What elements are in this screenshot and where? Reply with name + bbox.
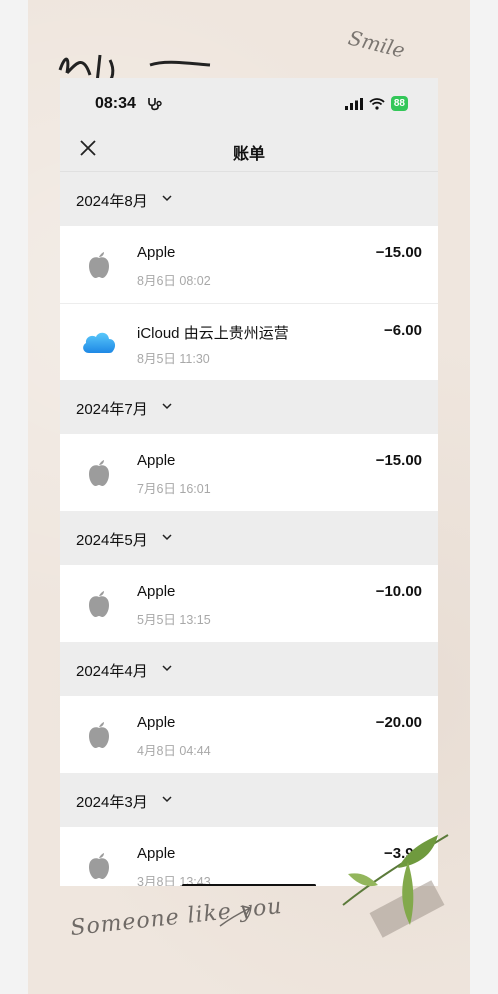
transaction-name: Apple <box>137 452 176 469</box>
right-margin <box>470 0 498 994</box>
apple-icon <box>89 853 109 879</box>
status-bar: 08:34 88 <box>60 78 438 122</box>
stethoscope-icon <box>148 98 162 111</box>
month-label: 2024年3月 <box>76 794 148 811</box>
month-label: 2024年8月 <box>76 193 148 210</box>
transaction-row[interactable]: Apple 5月5日 13:15 −10.00 <box>60 565 438 642</box>
month-header-2024-08[interactable]: 2024年8月 <box>60 172 438 226</box>
transaction-name: Apple <box>137 714 176 731</box>
apple-icon <box>89 591 109 617</box>
month-header-2024-04[interactable]: 2024年4月 <box>60 642 438 696</box>
transaction-amount: −20.00 <box>375 714 422 731</box>
icloud-icon <box>83 332 116 353</box>
transaction-date: 7月6日 16:01 <box>137 482 211 496</box>
page-title: 账单 <box>232 146 265 163</box>
apple-icon <box>89 460 109 486</box>
transaction-date: 8月5日 11:30 <box>137 352 210 366</box>
nav-bar: 账单 <box>60 122 438 172</box>
apple-icon <box>89 252 109 278</box>
status-indicators: 88 <box>344 96 408 111</box>
battery-indicator: 88 <box>390 96 408 111</box>
transaction-row[interactable]: iCloud 由云上贵州运营 8月5日 11:30 −6.00 <box>60 304 438 381</box>
transaction-date: 4月8日 04:44 <box>137 744 211 758</box>
month-header-2024-05[interactable]: 2024年5月 <box>60 511 438 565</box>
wifi-icon <box>369 97 385 110</box>
phone-screen: 08:34 88 账单 2024年8月 Apple 8月6日 08:02 −15… <box>60 78 438 886</box>
transaction-row[interactable]: Apple 7月6日 16:01 −15.00 <box>60 434 438 511</box>
transaction-amount: −6.00 <box>384 322 422 339</box>
plant-leaf-icon <box>342 834 449 925</box>
transaction-name: Apple <box>137 583 176 600</box>
cellular-signal-icon <box>344 97 363 110</box>
month-header-2024-07[interactable]: 2024年7月 <box>60 380 438 434</box>
chevron-down-icon <box>162 403 172 410</box>
transaction-amount: −15.00 <box>375 452 422 469</box>
transaction-amount: −15.00 <box>375 244 422 261</box>
chevron-down-icon <box>162 796 172 803</box>
transaction-amount: −10.00 <box>375 583 422 600</box>
transaction-name: Apple <box>137 244 176 261</box>
chevron-down-icon <box>162 665 172 672</box>
apple-icon <box>89 722 109 748</box>
transaction-row[interactable]: Apple 4月8日 04:44 −20.00 <box>60 696 438 773</box>
month-label: 2024年5月 <box>76 532 148 549</box>
arrow-doodle-icon <box>219 905 252 927</box>
month-label: 2024年7月 <box>76 401 148 418</box>
chevron-down-icon <box>162 534 172 541</box>
transaction-name: iCloud 由云上贵州运营 <box>137 325 289 342</box>
chevron-down-icon <box>162 195 172 202</box>
transaction-row[interactable]: Apple 8月6日 08:02 −15.00 <box>60 226 438 303</box>
transaction-date: 5月5日 13:15 <box>137 613 211 627</box>
month-label: 2024年4月 <box>76 663 148 680</box>
transaction-date: 8月6日 08:02 <box>137 274 211 288</box>
left-margin <box>0 0 28 994</box>
month-header-2024-03[interactable]: 2024年3月 <box>60 773 438 827</box>
home-indicator <box>182 884 316 886</box>
transaction-name: Apple <box>137 845 176 862</box>
status-time: 08:34 <box>95 95 136 112</box>
